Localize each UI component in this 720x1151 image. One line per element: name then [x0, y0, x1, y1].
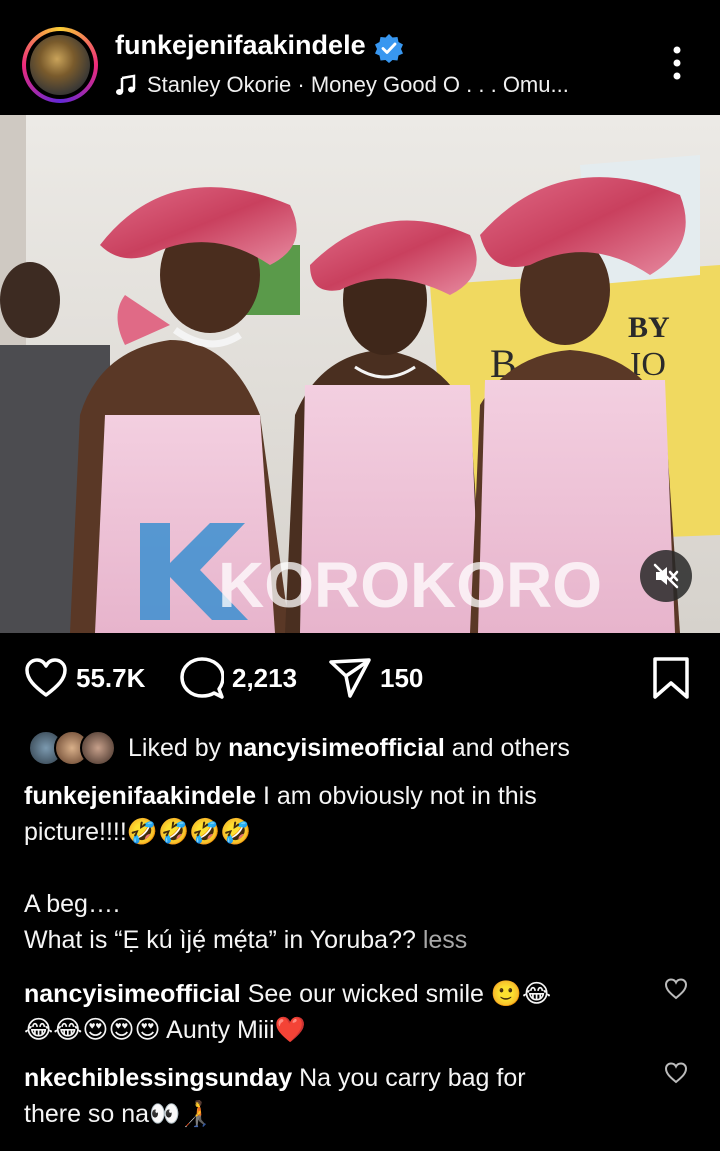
like-button[interactable]: 55.7K: [24, 648, 145, 708]
caption-text: I am obviously not in this: [262, 782, 537, 810]
music-link[interactable]: Stanley Okorie · Money Good O . . . Omu.…: [115, 70, 569, 100]
post-media[interactable]: BY B- IO KOROKORO: [0, 115, 720, 633]
comment: nkechiblessingsunday Na you carry bag fo…: [24, 1060, 644, 1132]
liker-avatar: [80, 730, 116, 766]
comment: nancyisimeofficial See our wicked smile …: [24, 976, 644, 1048]
avatar-image: [30, 35, 90, 95]
share-button[interactable]: 150: [328, 648, 423, 708]
comment-text: there so na👀🧑‍🦯: [24, 1100, 212, 1128]
comment-like-icon[interactable]: [664, 977, 688, 1001]
caption-text: picture!!!!🤣🤣🤣🤣: [24, 818, 252, 846]
liked-by-text: Liked by nancyisimeofficial and others: [128, 733, 570, 762]
comment-button[interactable]: 2,213: [180, 648, 297, 708]
username[interactable]: funkejenifaakindele: [115, 30, 366, 61]
less-link[interactable]: less: [423, 926, 467, 954]
share-icon: [329, 658, 371, 698]
avatar[interactable]: [22, 27, 98, 103]
comment-count: 2,213: [232, 662, 298, 693]
post-header: funkejenifaakindele Stanley Okorie · Mon…: [0, 0, 720, 115]
heart-icon: [25, 658, 67, 697]
music-note-icon: [116, 74, 136, 95]
save-button[interactable]: [652, 648, 690, 708]
like-count: 55.7K: [76, 662, 146, 693]
comment-text: 😂😂😍😍😍 Aunty Miii❤️: [24, 1016, 306, 1044]
music-label: Stanley Okorie · Money Good O . . . Omu.…: [147, 72, 569, 97]
sign-text: BY: [628, 311, 670, 344]
caption-text: What is “Ẹ kú ìjẹ́ mẹ́ta” in Yoruba??: [24, 926, 416, 954]
post-caption: funkejenifaakindele I am obviously not i…: [24, 778, 694, 958]
caption-text: A beg….: [24, 890, 120, 918]
verified-badge-icon: [375, 34, 403, 63]
comment-username[interactable]: nancyisimeofficial: [24, 980, 241, 1008]
bookmark-icon: [653, 657, 689, 699]
mute-button[interactable]: [640, 550, 692, 602]
comment-text: Na you carry bag for: [299, 1064, 526, 1092]
action-bar: 55.7K 2,213 150: [0, 648, 720, 708]
caption-author[interactable]: funkejenifaakindele: [24, 782, 256, 810]
post-photo: BY B- IO KOROKORO: [0, 115, 720, 633]
comment-text: See our wicked smile 🙂😂: [247, 980, 552, 1008]
more-options-icon[interactable]: [666, 44, 688, 84]
mute-icon: [653, 563, 679, 589]
comment-like-icon[interactable]: [664, 1061, 688, 1085]
liked-by-row[interactable]: Liked by nancyisimeofficial and others: [28, 728, 570, 768]
comment-icon: [180, 657, 224, 699]
share-count: 150: [380, 662, 424, 693]
watermark-text: KOROKORO: [218, 549, 602, 621]
liker-username[interactable]: nancyisimeofficial: [228, 734, 445, 762]
comment-username[interactable]: nkechiblessingsunday: [24, 1064, 292, 1092]
